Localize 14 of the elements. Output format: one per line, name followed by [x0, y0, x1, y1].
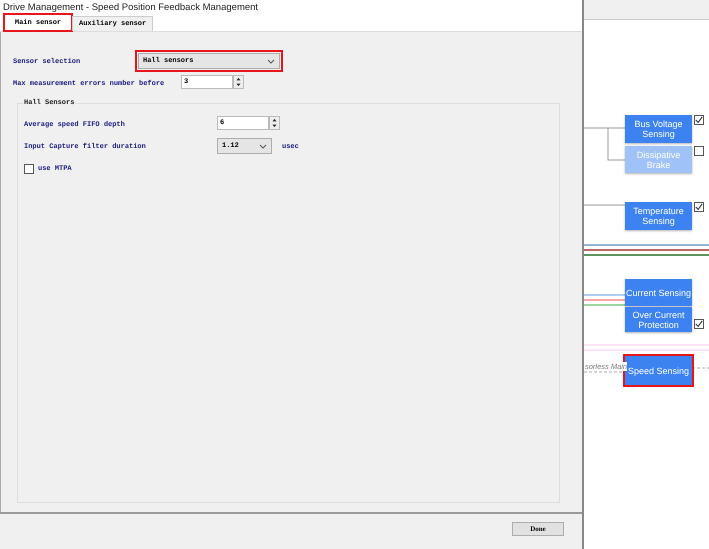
- function-block[interactable]: Temperature Sensing: [625, 202, 692, 230]
- checkbox[interactable]: [694, 115, 704, 125]
- checkbox[interactable]: [694, 146, 704, 156]
- chevron-down-icon: [259, 144, 267, 148]
- window-title: Drive Management - Speed Position Feedback Management: [0, 0, 582, 15]
- checkbox[interactable]: [694, 319, 704, 329]
- spin-arrows-icon[interactable]: [269, 116, 280, 130]
- checkbox[interactable]: [24, 164, 34, 174]
- checkbox[interactable]: [694, 202, 704, 212]
- chevron-down-icon: [267, 58, 275, 64]
- function-block[interactable]: Over Current Protection: [625, 307, 692, 332]
- function-block[interactable]: Bus Voltage Sensing: [625, 115, 692, 143]
- function-block[interactable]: Current Sensing: [625, 279, 692, 306]
- spin-arrows-icon[interactable]: [233, 75, 244, 89]
